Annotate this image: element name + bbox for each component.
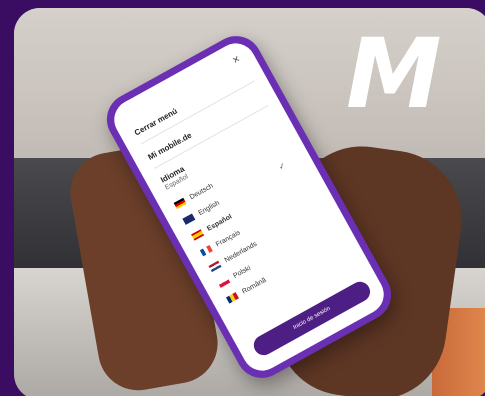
check-icon: ✓: [276, 160, 288, 172]
close-icon[interactable]: ✕: [231, 54, 243, 67]
flag-nl-icon: [208, 260, 222, 273]
language-label-text: English: [197, 199, 221, 217]
flag-gb-icon: [182, 213, 196, 225]
language-label-text: Deutsch: [188, 182, 215, 202]
language-label-text: Français: [214, 229, 242, 249]
flag-es-icon: [191, 229, 205, 241]
photo: M ✕ Cerrar menú Mi mobile.de Idioma Espa…: [14, 8, 485, 396]
language-label-text: Română: [241, 276, 268, 296]
flag-ro-icon: [225, 292, 240, 304]
frame-border: M ✕ Cerrar menú Mi mobile.de Idioma Espa…: [0, 0, 485, 396]
flag-fr-icon: [199, 244, 213, 257]
language-label-text: Polski: [232, 264, 253, 280]
language-label-text: Español: [206, 213, 234, 233]
flag-pl-icon: [217, 276, 231, 288]
brand-logo: M: [346, 18, 441, 130]
flag-de-icon: [173, 197, 187, 210]
